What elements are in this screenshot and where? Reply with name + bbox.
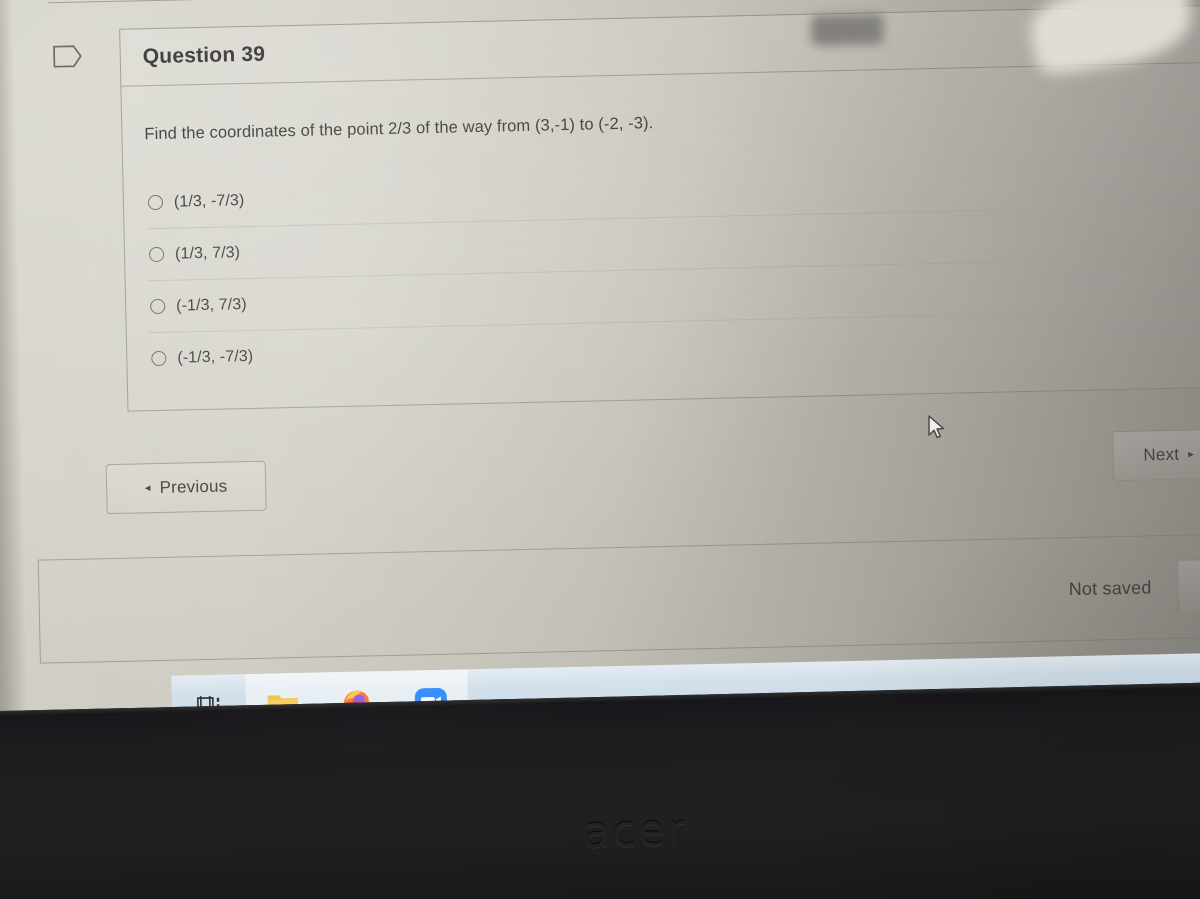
page-title: Question 39 bbox=[142, 42, 266, 69]
browser-top-rule bbox=[48, 0, 1200, 4]
flag-outline-icon[interactable] bbox=[52, 45, 82, 69]
answer-option-label: (-1/3, -7/3) bbox=[177, 347, 254, 367]
answer-option-label: (1/3, 7/3) bbox=[174, 244, 241, 263]
radio-button-icon[interactable] bbox=[151, 351, 167, 367]
question-card: Question 39 Find the coordinates of the … bbox=[53, 3, 1200, 413]
radio-button-icon[interactable] bbox=[150, 299, 166, 315]
status-badge: Not saved bbox=[1068, 576, 1152, 599]
previous-button-label: Previous bbox=[159, 476, 228, 497]
brand-logo: acer bbox=[582, 804, 688, 859]
laptop-screen: Question 39 Find the coordinates of the … bbox=[0, 0, 1200, 753]
previous-button[interactable]: ◂ Previous bbox=[105, 460, 267, 515]
quiz-status-bar: Not saved Submit bbox=[37, 531, 1200, 664]
mouse-pointer-icon bbox=[928, 415, 945, 439]
question-body: Find the coordinates of the point 2/3 of… bbox=[121, 61, 1200, 411]
next-button[interactable]: Next ▸ bbox=[1112, 428, 1200, 482]
submit-button[interactable]: Submit bbox=[1176, 557, 1200, 614]
caret-left-icon: ◂ bbox=[144, 481, 151, 494]
answer-option-label: (1/3, -7/3) bbox=[173, 192, 245, 211]
radio-button-icon[interactable] bbox=[148, 247, 165, 263]
question-text: Find the coordinates of the point 2/3 of… bbox=[144, 114, 654, 144]
caret-right-icon: ▸ bbox=[1188, 447, 1195, 461]
laptop-bezel: acer bbox=[0, 681, 1200, 899]
screenshot-root: Question 39 Find the coordinates of the … bbox=[0, 0, 1200, 899]
radio-button-icon[interactable] bbox=[147, 195, 164, 211]
answer-options-list: (1/3, -7/3) (1/3, 7/3) (-1/3, 7/3) (-1/3… bbox=[145, 153, 1200, 384]
next-button-label: Next bbox=[1143, 444, 1180, 465]
answer-option-label: (-1/3, 7/3) bbox=[176, 295, 247, 315]
screen-left-edge-shadow bbox=[0, 0, 29, 753]
